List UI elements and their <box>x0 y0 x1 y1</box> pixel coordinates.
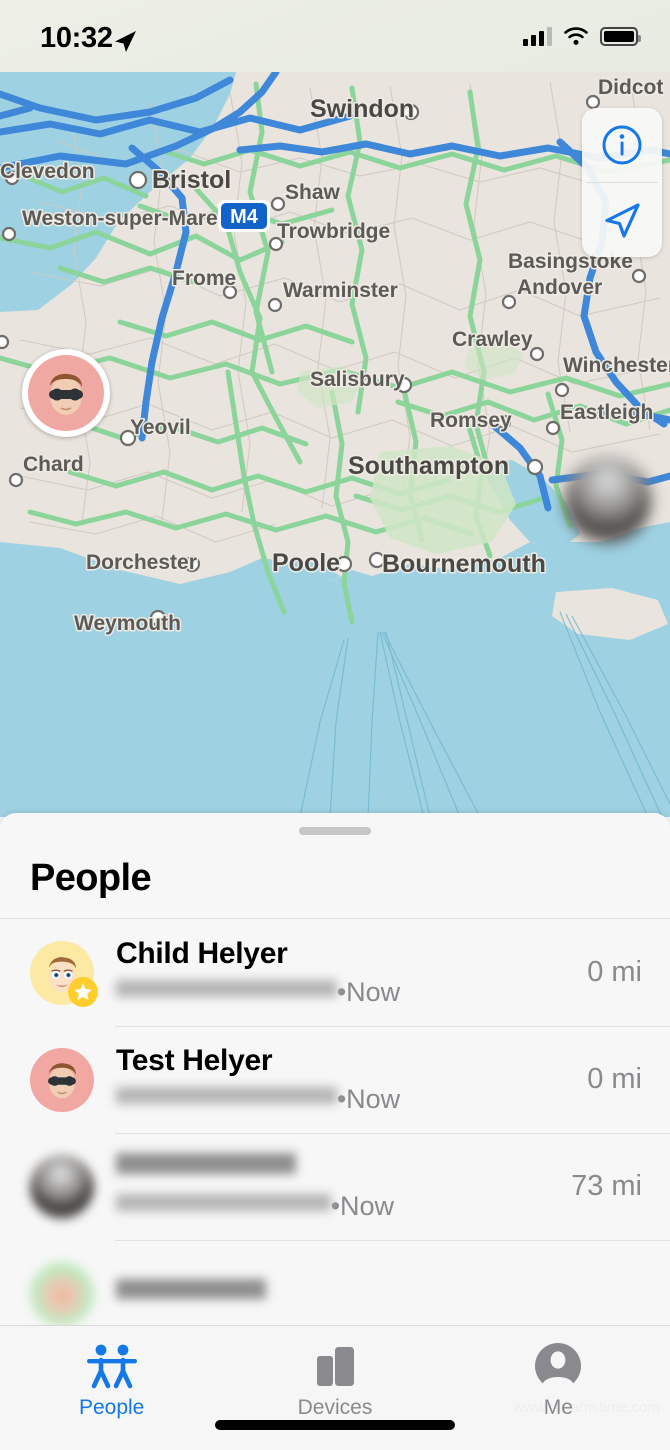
person-subtitle: HMS Collingwood • Now <box>116 1190 571 1222</box>
map-view[interactable]: Swindon Didcot Bristol Shaw Weston-super-Mar… <box>0 72 670 817</box>
map-label: Poole <box>272 549 340 577</box>
memoji-sunglasses-icon <box>28 355 104 431</box>
map-controls <box>582 108 662 257</box>
map-label: Shaw <box>285 181 341 204</box>
map-label: Dorchester <box>86 551 197 574</box>
map-label: Southampton <box>348 452 509 480</box>
map-label: Bournemouth <box>382 550 546 578</box>
tab-devices[interactable]: Devices <box>223 1326 446 1450</box>
phone-screen: Swindon Didcot Bristol Shaw Weston-super-Mar… <box>0 0 670 1450</box>
adam-helyer-map-pin[interactable] <box>565 457 651 543</box>
person-place: Langport, England <box>116 976 337 1008</box>
battery-full-icon <box>600 26 641 46</box>
person-place: Langport, England <box>116 1083 337 1115</box>
person-time-separator: • <box>336 976 347 1007</box>
person-text: Child Helyer Langport, England • Now <box>116 937 587 1008</box>
map-label: Clevedon <box>0 160 95 183</box>
map-label: Salisbury <box>310 368 405 391</box>
people-list[interactable]: Child HelyerLangport, England • Now0 mi … <box>0 919 670 1325</box>
avatar <box>30 940 98 1007</box>
photo-blurred-icon <box>30 1261 94 1325</box>
avatar <box>30 1261 94 1325</box>
map-label: Bristol <box>152 166 231 194</box>
map-label: Weymouth <box>74 612 181 635</box>
person-row[interactable]: Test HelyerLangport, England • Now0 mi <box>0 1026 670 1133</box>
two-people-icon <box>81 1340 143 1392</box>
map-label: Yeovil <box>130 416 191 439</box>
map-locate-button[interactable] <box>582 183 662 257</box>
person-time: Now <box>346 1083 401 1114</box>
person-text: Test Helyer Langport, England • Now <box>116 1044 587 1115</box>
svg-text:M4: M4 <box>230 206 259 228</box>
sheet-grabber-handle[interactable] <box>299 827 371 835</box>
person-row[interactable]: Mia Knight <box>0 1240 670 1325</box>
test-helyer-map-pin[interactable] <box>22 349 110 437</box>
person-time: Now <box>340 1190 395 1221</box>
map-label: Frome <box>172 267 236 290</box>
person-name: Mia Knight <box>116 1276 267 1311</box>
person-subtitle: Langport, England • Now <box>116 976 587 1008</box>
wifi-icon <box>564 27 588 45</box>
star-badge <box>68 976 98 1007</box>
person-text: Mia Knight <box>116 1276 642 1311</box>
person-text: Adam Helyer HMS Collingwood • Now <box>116 1151 571 1222</box>
person-name: Adam Helyer <box>116 1151 297 1185</box>
photo-blurred-icon <box>30 1154 94 1219</box>
home-indicator[interactable] <box>215 1420 455 1430</box>
tab-people[interactable]: People <box>0 1326 223 1450</box>
person-time-separator: • <box>336 1083 347 1114</box>
person-row[interactable]: Child HelyerLangport, England • Now0 mi <box>0 919 670 1026</box>
location-arrow-icon <box>115 31 136 52</box>
tab-me[interactable]: Me <box>447 1326 670 1450</box>
person-circle-icon <box>533 1340 583 1392</box>
person-name: Test Helyer <box>116 1044 273 1078</box>
cellular-bars-icon <box>523 26 552 46</box>
navigation-arrow-icon <box>605 203 640 238</box>
map-label: Eastleigh <box>560 401 653 424</box>
tab-bar: People Devices Me <box>0 1325 670 1450</box>
map-canvas: Swindon Didcot Bristol Shaw Weston-super-Mar… <box>0 72 670 817</box>
info-circle-icon <box>602 125 642 165</box>
map-label: Romsey <box>430 409 512 432</box>
person-row[interactable]: Adam HelyerHMS Collingwood • Now73 mi <box>0 1133 670 1240</box>
avatar <box>30 1154 94 1219</box>
person-distance: 0 mi <box>587 1063 642 1095</box>
memoji-sunglasses-icon <box>30 1047 94 1112</box>
person-name: Child Helyer <box>116 937 288 971</box>
devices-icon <box>309 1340 361 1392</box>
person-time: Now <box>346 976 401 1007</box>
status-indicators <box>523 26 641 46</box>
person-distance: 73 mi <box>571 1170 642 1202</box>
person-subtitle: Langport, England • Now <box>116 1083 587 1115</box>
map-label: Chard <box>23 453 84 476</box>
motorway-shield-m4: M4 <box>218 200 270 232</box>
map-label: Swindon <box>310 95 414 123</box>
status-bar: 10:32 <box>0 0 670 72</box>
tab-devices-label: Devices <box>297 1396 373 1419</box>
person-distance: 0 mi <box>587 956 642 988</box>
person-place: HMS Collingwood <box>116 1190 331 1222</box>
map-label: Trowbridge <box>277 220 390 243</box>
map-label: Warminster <box>283 279 398 302</box>
map-label: Winchester <box>563 354 670 377</box>
tab-people-label: People <box>78 1396 145 1419</box>
page-title: People <box>30 857 152 899</box>
map-label: Weston-super-Mare <box>22 207 218 230</box>
watermark: www.dreamstime.com <box>513 1399 660 1416</box>
map-label: Didcot <box>598 76 663 99</box>
people-sheet: People Child Helyer Langport, England • N… <box>0 813 670 1325</box>
status-time: 10:32 <box>40 22 113 54</box>
map-label: Crawley <box>452 328 533 351</box>
map-info-button[interactable] <box>582 108 662 182</box>
person-time-separator: • <box>330 1190 341 1221</box>
avatar <box>30 1047 94 1112</box>
map-label: Andover <box>517 276 602 299</box>
